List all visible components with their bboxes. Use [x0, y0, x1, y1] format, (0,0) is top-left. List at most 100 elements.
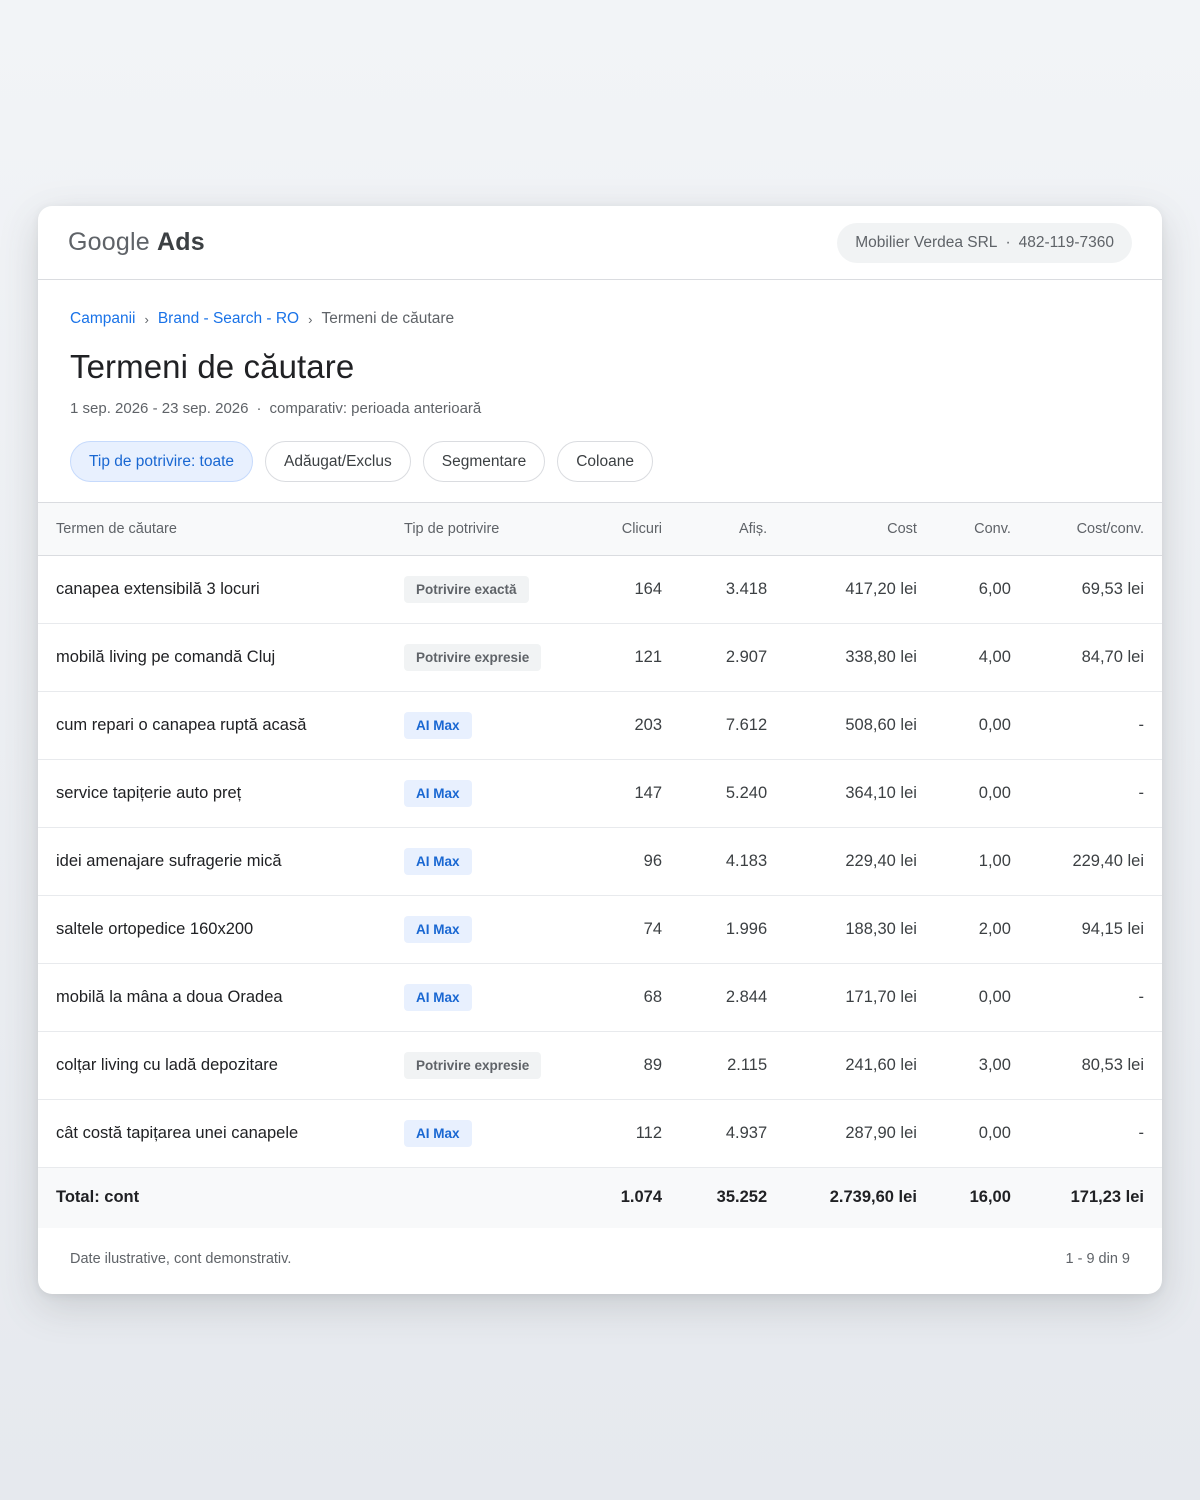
- match-type-cell: AI Max: [386, 1100, 586, 1168]
- account-name: Mobilier Verdea SRL: [855, 233, 998, 251]
- match-type-badge: AI Max: [404, 1120, 472, 1147]
- table-row[interactable]: idei amenajare sufragerie mică AI Max 96 4.…: [38, 828, 1162, 896]
- cost-per-conv-cell: 69,53 lei: [1081, 580, 1144, 598]
- col-header-conversions[interactable]: Conv.: [935, 503, 1029, 556]
- impressions-cell: 4.937: [725, 1124, 768, 1142]
- table-row[interactable]: saltele ortopedice 160x200 AI Max 74 1.996 1…: [38, 896, 1162, 964]
- main-card: Google Ads Mobilier Verdea SRL · 482-119…: [38, 206, 1162, 1294]
- filter-chip-added-excluded[interactable]: Adăugat/Exclus: [265, 441, 411, 482]
- cost-per-conv-cell: -: [1138, 1124, 1145, 1142]
- breadcrumb-link-campaign[interactable]: Brand - Search - RO: [158, 310, 299, 328]
- clicks-cell: 121: [634, 648, 662, 666]
- table-row[interactable]: mobilă living pe comandă Cluj Potrivire e…: [38, 624, 1162, 692]
- impressions-cell: 5.240: [725, 784, 768, 802]
- conversions-cell: 0,00: [978, 716, 1011, 734]
- top-bar: Google Ads Mobilier Verdea SRL · 482-119…: [38, 206, 1162, 280]
- footer-note: Date ilustrative, cont demonstrativ.: [70, 1250, 292, 1267]
- clicks-cell: 89: [643, 1056, 662, 1074]
- columns-button[interactable]: Coloane: [557, 441, 653, 482]
- match-type-cell: AI Max: [386, 760, 586, 828]
- total-clicks: 1.074: [620, 1188, 662, 1207]
- account-separator: ·: [1005, 233, 1011, 251]
- cost-cell: 417,20 lei: [845, 580, 917, 598]
- total-impressions: 35.252: [716, 1188, 768, 1207]
- search-terms-table: Termen de căutare Tip de potrivire Clicu…: [38, 502, 1162, 1228]
- table-row[interactable]: service tapițerie auto preț AI Max 147 5.24…: [38, 760, 1162, 828]
- conversions-cell: 3,00: [978, 1056, 1011, 1074]
- filter-chip-match-type[interactable]: Tip de potrivire: toate: [70, 441, 254, 482]
- col-header-cost-per-conv[interactable]: Cost/conv.: [1029, 503, 1162, 556]
- table-row[interactable]: cum repari o canapea ruptă acasă AI Max 20…: [38, 692, 1162, 760]
- account-id: 482-119-7360: [1018, 233, 1114, 251]
- match-type-badge: Potrivire expresie: [404, 644, 542, 671]
- table-row[interactable]: canapea extensibilă 3 locuri Potrivire ex…: [38, 556, 1162, 624]
- match-type-cell: Potrivire expresie: [386, 1032, 586, 1100]
- cost-per-conv-cell: 94,15 lei: [1081, 920, 1144, 938]
- conversions-cell: 0,00: [978, 784, 1011, 802]
- cost-cell: 171,70 lei: [845, 988, 917, 1006]
- col-header-match-type[interactable]: Tip de potrivire: [386, 503, 586, 556]
- total-label: Total: cont: [56, 1188, 140, 1207]
- pagination-info: 1 - 9 din 9: [1065, 1250, 1131, 1267]
- conversions-cell: 0,00: [978, 1124, 1011, 1142]
- table-footer: Date ilustrative, cont demonstrativ. 1 -…: [38, 1228, 1162, 1290]
- match-type-cell: Potrivire expresie: [386, 624, 586, 692]
- page-title: Termeni de căutare: [70, 348, 355, 385]
- segment-button[interactable]: Segmentare: [422, 441, 546, 482]
- table-row[interactable]: mobilă la mâna a doua Oradea AI Max 68 2.84…: [38, 964, 1162, 1032]
- cost-cell: 508,60 lei: [845, 716, 917, 734]
- google-ads-logo[interactable]: Google Ads: [68, 228, 205, 257]
- table-total-row: Total: cont 1.074 35.252 2.739,60 lei 16…: [38, 1167, 1162, 1228]
- search-term-cell: colțar living cu ladă depozitare: [56, 1056, 278, 1074]
- breadcrumb-current: Termeni de căutare: [321, 310, 455, 327]
- col-header-impressions[interactable]: Afiș.: [680, 503, 785, 556]
- chevron-right-icon: ›: [144, 311, 149, 327]
- match-type-cell: AI Max: [386, 964, 586, 1032]
- match-type-badge: Potrivire expresie: [404, 1052, 542, 1079]
- col-header-cost[interactable]: Cost: [785, 503, 935, 556]
- cost-per-conv-cell: -: [1138, 784, 1145, 802]
- clicks-cell: 74: [643, 920, 662, 938]
- col-header-clicks[interactable]: Clicuri: [586, 503, 680, 556]
- match-type-cell: Potrivire exactă: [386, 556, 586, 624]
- cost-cell: 241,60 lei: [845, 1056, 917, 1074]
- search-term-cell: service tapițerie auto preț: [56, 784, 242, 802]
- date-range[interactable]: 1 sep. 2026 - 23 sep. 2026: [70, 400, 248, 417]
- total-cost-per-conv: 171,23 lei: [1070, 1188, 1144, 1207]
- search-term-cell: mobilă living pe comandă Cluj: [56, 648, 276, 666]
- clicks-cell: 164: [634, 580, 662, 598]
- logo-text-ads: Ads: [156, 228, 205, 256]
- clicks-cell: 68: [643, 988, 662, 1006]
- match-type-cell: AI Max: [386, 828, 586, 896]
- account-selector[interactable]: Mobilier Verdea SRL · 482-119-7360: [837, 222, 1132, 263]
- breadcrumb-link-campaigns[interactable]: Campanii: [70, 310, 135, 328]
- clicks-cell: 147: [634, 784, 662, 802]
- impressions-cell: 3.418: [725, 580, 768, 598]
- cost-cell: 364,10 lei: [845, 784, 917, 802]
- total-cost: 2.739,60 lei: [829, 1188, 917, 1207]
- match-type-badge: AI Max: [404, 916, 472, 943]
- impressions-cell: 4.183: [725, 852, 768, 870]
- match-type-badge: AI Max: [404, 712, 472, 739]
- impressions-cell: 2.844: [725, 988, 768, 1006]
- impressions-cell: 1.996: [725, 920, 768, 938]
- search-term-cell: cât costă tapițarea unei canapele: [56, 1124, 299, 1142]
- match-type-cell: AI Max: [386, 692, 586, 760]
- cost-per-conv-cell: 84,70 lei: [1081, 648, 1144, 666]
- impressions-cell: 7.612: [725, 716, 768, 734]
- cost-per-conv-cell: 229,40 lei: [1072, 852, 1144, 870]
- col-header-search-term[interactable]: Termen de căutare: [38, 503, 386, 556]
- chevron-right-icon: ›: [308, 311, 313, 327]
- match-type-cell: AI Max: [386, 896, 586, 964]
- conversions-cell: 4,00: [978, 648, 1011, 666]
- cost-per-conv-cell: 80,53 lei: [1081, 1056, 1144, 1074]
- clicks-cell: 96: [643, 852, 662, 870]
- logo-text-google: Google: [68, 228, 150, 256]
- table-row[interactable]: colțar living cu ladă depozitare Potrivir…: [38, 1032, 1162, 1100]
- cost-per-conv-cell: -: [1138, 716, 1145, 734]
- conversions-cell: 0,00: [978, 988, 1011, 1006]
- table-row[interactable]: cât costă tapițarea unei canapele AI Max 1…: [38, 1100, 1162, 1168]
- impressions-cell: 2.115: [727, 1056, 768, 1074]
- clicks-cell: 112: [635, 1124, 662, 1142]
- cost-cell: 188,30 lei: [845, 920, 917, 938]
